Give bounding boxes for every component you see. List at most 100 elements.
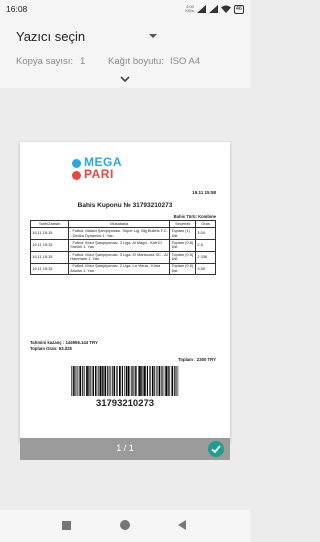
barcode-bar [117, 366, 118, 396]
barcode-bar [155, 366, 157, 396]
header-selection: Seçenek [169, 219, 197, 229]
print-preview-area: MEGA PARI 19.11 15:58 Bahis Kuponu № 317… [0, 88, 250, 498]
cell-match: . Futbol. Malavi Şampiyonası. Süper Lig.… [68, 227, 171, 240]
barcode-bar [74, 366, 76, 396]
check-mark-icon [211, 445, 221, 454]
barcode-bar [172, 366, 174, 396]
barcode-bar [109, 366, 111, 396]
bet-type: Bahis Türü: Kombine [173, 214, 216, 219]
printer-name: Yazıcı seçin [16, 29, 86, 44]
barcode-bar [124, 366, 125, 396]
total-odds: Toplam Oran: 63.025 [30, 346, 72, 351]
barcode-bar [142, 366, 144, 396]
cell-match: . Futbol. Mısır Şampiyonası. 3 Liga. Al … [68, 238, 171, 252]
barcode-bar [131, 366, 132, 396]
barcode-bar [132, 366, 134, 396]
signal-icon [196, 5, 206, 13]
status-icons: 4.00 KB/s 46 [185, 3, 244, 15]
barcode-bar [113, 366, 116, 396]
status-bar: 16:08 4.00 KB/s 46 [0, 0, 250, 18]
cell-date: 19.11 15:15 [29, 250, 70, 264]
barcode-bar [112, 366, 114, 396]
barcode-bar [84, 366, 86, 396]
barcode-bar [86, 366, 88, 396]
paper-size-label: Kağıt boyutu: [108, 56, 164, 67]
logo-blue-dot [72, 159, 81, 168]
barcode-bar [88, 366, 90, 396]
barcode-bar [71, 366, 72, 396]
logo-text-pari: PARI [84, 167, 114, 181]
navigation-bar [0, 510, 250, 542]
copies-label: Kopya sayısı: [16, 56, 74, 67]
cell-selection: Toplam (1) Üst [169, 227, 197, 240]
barcode-bar [101, 366, 103, 396]
chevron-down-icon[interactable] [118, 74, 132, 84]
table-row: 19.11 15:15 . Futbol. Malavi Şampiyonası… [29, 227, 216, 240]
printer-selector[interactable]: Yazıcı seçin [16, 28, 236, 48]
barcode-bar [98, 366, 99, 396]
network-speed: 4.00 KB/s [185, 4, 194, 13]
barcode-bar [170, 366, 172, 396]
cell-date: 19.11 15:15 [29, 227, 70, 240]
paper-size-value: ISO A4 [170, 56, 201, 67]
barcode-bar [103, 366, 104, 396]
check-circle-icon[interactable] [208, 441, 224, 457]
barcode-bar [116, 366, 117, 396]
back-icon[interactable] [177, 520, 187, 530]
barcode-bar [92, 366, 94, 396]
header-odds: Oran [195, 219, 216, 229]
logo-red-dot [72, 171, 81, 180]
copies-value: 1 [80, 56, 86, 67]
barcode-bar [95, 366, 97, 396]
cell-match: . Futbol. Mısır Şampiyonası. 3 Liga. El … [68, 250, 171, 264]
estimated-win: Tahmini kazanç : 144956.144 TRY [30, 340, 98, 345]
barcode-bar [138, 366, 139, 396]
cell-odds: 3.04 [195, 227, 216, 240]
barcode-bar [104, 366, 107, 396]
page-indicator: 1 / 1 [116, 443, 134, 453]
barcode-image [71, 366, 179, 396]
ticket-date: 19.11 15:58 [192, 190, 216, 195]
barcode-bar [107, 366, 109, 396]
battery-icon: 46 [233, 4, 244, 14]
barcode-number: 31793210273 [95, 398, 155, 409]
dropdown-arrow-icon[interactable] [146, 30, 160, 42]
barcode-bar [76, 366, 78, 396]
barcode-bar [77, 366, 79, 396]
barcode-bar [144, 366, 146, 396]
cell-date: 19.11 15:15 [29, 238, 70, 252]
barcode-bar [163, 366, 165, 396]
table-row: 19.11 15:15 . Futbol. Mısır Şampiyonası.… [29, 238, 216, 252]
megapari-logo: MEGA PARI [72, 156, 162, 184]
wifi-icon [220, 5, 231, 13]
status-time: 16:08 [6, 4, 28, 14]
table-row: 19.11 15:15 . Futbol. Mısır Şampiyonası.… [29, 250, 216, 264]
signal-icon [208, 5, 218, 13]
total-stake: Toplam : 2300 TRY [178, 357, 216, 362]
bets-table: Tarih/Zaman Müsabaka Seçenek Oran 19.11 … [29, 219, 216, 276]
table-header-row: Tarih/Zaman Müsabaka Seçenek Oran [29, 219, 216, 229]
barcode-bar [167, 366, 169, 396]
barcode-bar [96, 366, 98, 396]
barcode-bar [72, 366, 74, 396]
barcode-bar [99, 366, 102, 396]
cell-selection: Toplam (0.5) Üst [169, 262, 197, 276]
header-date: Tarih/Zaman [29, 219, 70, 229]
barcode-bar [153, 366, 155, 396]
cell-selection: Toplam (0.5) Üst [169, 250, 197, 264]
barcode-bar [136, 366, 137, 396]
page-indicator-bar: 1 / 1 [20, 438, 230, 460]
barcode-bar [156, 366, 158, 396]
barcode-bar [110, 366, 112, 396]
cell-match: . Futbol. Mısır Şampiyonası. 2 Liga. La … [68, 262, 171, 276]
cell-odds: 3.55 [195, 262, 216, 276]
cell-selection: Toplam (0.5) Üst [169, 238, 197, 252]
table-row: 19.11 15:15 . Futbol. Mısır Şampiyonası.… [29, 262, 216, 276]
preview-page[interactable]: MEGA PARI 19.11 15:58 Bahis Kuponu № 317… [20, 142, 230, 442]
home-icon[interactable] [120, 520, 130, 530]
recent-apps-icon[interactable] [62, 521, 71, 530]
barcode-bar [79, 366, 82, 396]
barcode-bar [119, 366, 121, 396]
barcode-bar [141, 366, 143, 396]
barcode-bar [174, 366, 176, 396]
